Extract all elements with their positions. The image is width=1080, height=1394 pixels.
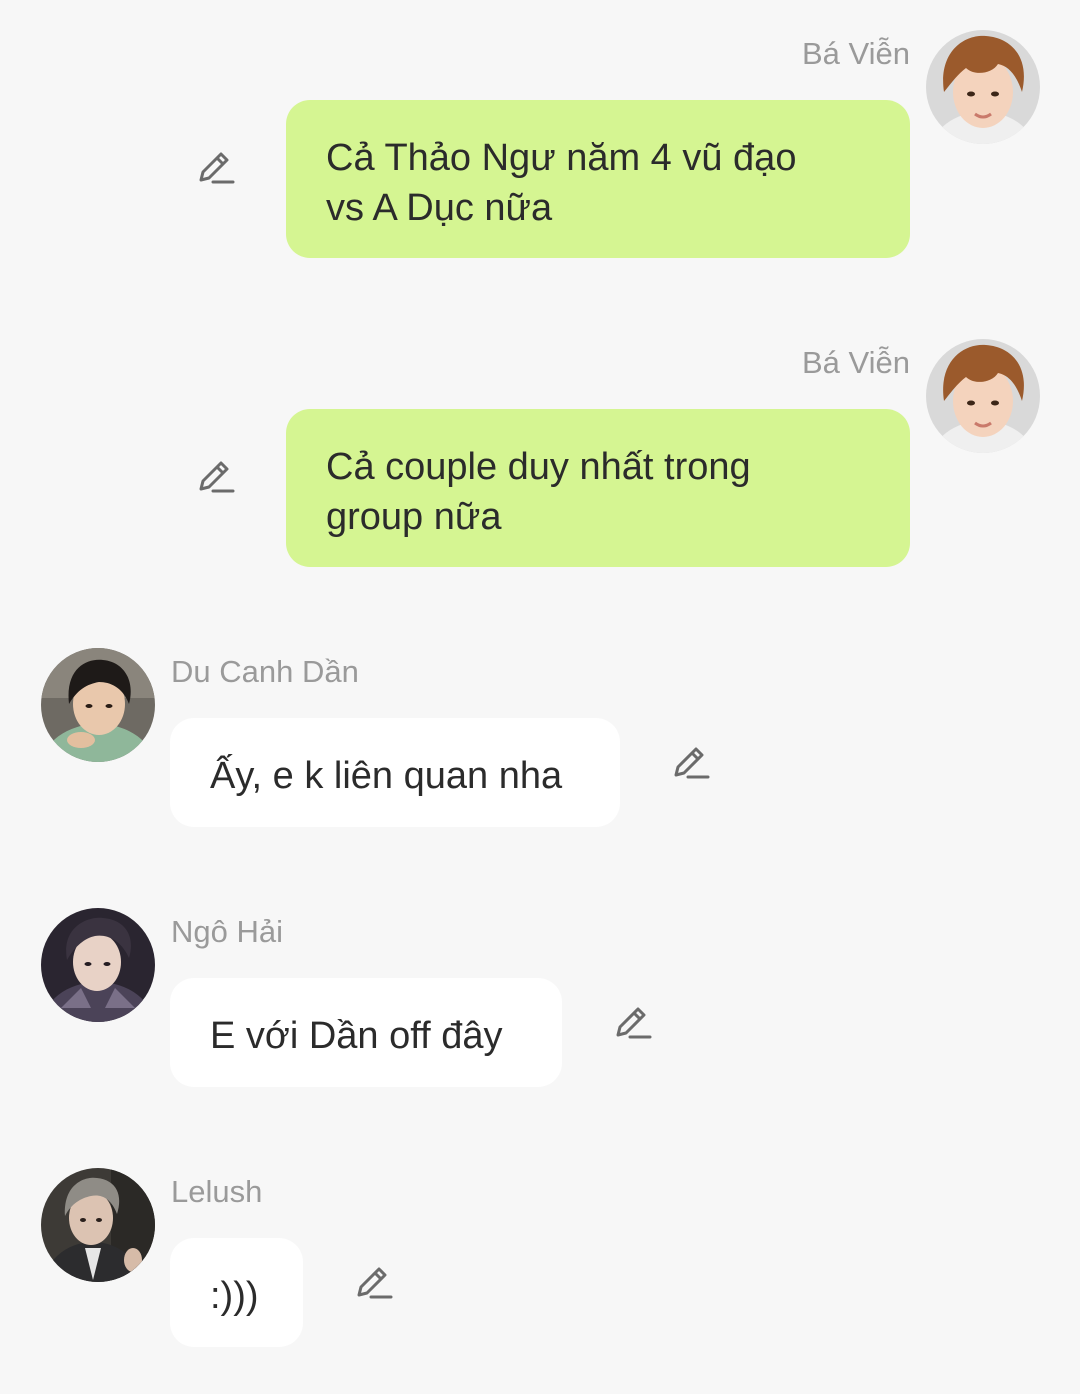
chat-thread: Bá Viễn Cả Thảo Ngư năm 4 vũ đạo vs A Dụ… [0,0,1080,1394]
pencil-icon [616,1007,652,1039]
sender-avatar[interactable] [41,908,155,1022]
message-bubble[interactable]: Cả Thảo Ngư năm 4 vũ đạo vs A Dục nữa [286,100,910,258]
edit-pencil-icon[interactable] [612,1001,652,1041]
message-bubble[interactable]: :))) [170,1238,303,1347]
sender-avatar[interactable] [41,648,155,762]
avatar-du-canh-dan-icon [41,648,155,762]
message-text-line: vs A Dục nữa [326,187,553,229]
pencil-icon [199,152,235,184]
sender-name: Lelush [171,1174,263,1209]
avatar-ngo-hai-icon [41,908,155,1022]
pencil-icon [357,1267,393,1299]
message-bubble[interactable]: Ấy, e k liên quan nha [170,718,620,827]
edit-pencil-icon[interactable] [195,146,235,186]
message-text-line: Cả couple duy nhất trong [326,446,751,488]
pencil-icon [674,747,710,779]
avatar-ba-vien-icon [926,30,1040,144]
pencil-icon [199,461,235,493]
avatar-lelush-icon [41,1168,155,1282]
message-bubble[interactable]: E với Dần off đây [170,978,562,1087]
sender-name: Bá Viễn [801,345,910,380]
sender-name: Du Canh Dần [171,654,359,689]
edit-pencil-icon[interactable] [670,741,710,781]
message-bubble[interactable]: Cả couple duy nhất trong group nữa [286,409,910,567]
message-text-line: E với Dần off đây [210,1015,503,1057]
sender-name: Ngô Hải [171,914,283,949]
message-text-line: group nữa [326,496,502,538]
message-text-line: Cả Thảo Ngư năm 4 vũ đạo [326,137,797,179]
edit-pencil-icon[interactable] [353,1261,393,1301]
sender-avatar[interactable] [926,339,1040,453]
avatar-ba-vien-icon [926,339,1040,453]
sender-avatar[interactable] [926,30,1040,144]
sender-name: Bá Viễn [801,36,910,71]
edit-pencil-icon[interactable] [195,455,235,495]
message-text-line: :))) [210,1275,259,1317]
sender-avatar[interactable] [41,1168,155,1282]
message-text-line: Ấy, e k liên quan nha [210,755,563,797]
